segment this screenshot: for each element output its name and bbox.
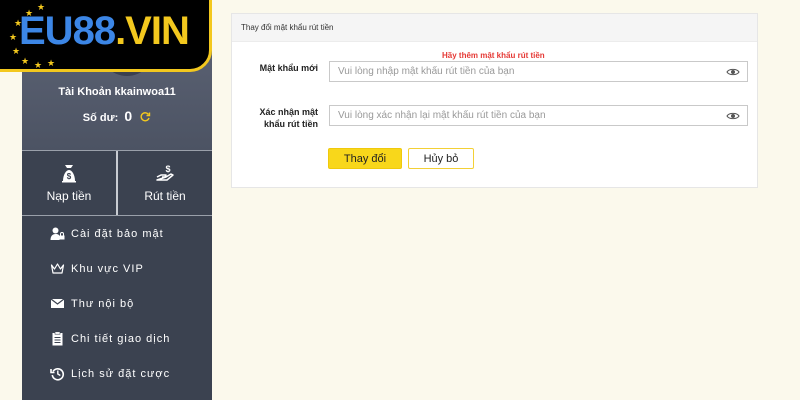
menu-item-transactions[interactable]: Chi tiết giao dịch (22, 321, 212, 356)
confirm-password-input[interactable] (330, 107, 726, 124)
menu-item-security[interactable]: Cài đặt bảo mật (22, 216, 212, 251)
balance-value: 0 (124, 108, 133, 124)
balance-label: Số dư: (82, 112, 119, 124)
envelope-icon (50, 298, 65, 308)
star-icon: ★ (34, 60, 43, 70)
sidebar-menu: Cài đặt bảo mật Khu vực VIP Thư nội bộ C… (22, 216, 212, 391)
deposit-label: Nạp tiền (46, 189, 92, 203)
star-icon: ★ (21, 56, 30, 66)
menu-item-vip[interactable]: Khu vực VIP (22, 251, 212, 286)
user-lock-icon (50, 227, 65, 240)
withdraw-label: Rút tiền (144, 189, 186, 203)
menu-item-label: Chi tiết giao dịch (71, 332, 171, 345)
new-password-label: Mật khẩu mới (259, 63, 318, 73)
svg-text:$: $ (165, 164, 170, 174)
wallet-actions: $ Nạp tiền $ Rút tiền (22, 150, 212, 216)
new-password-input[interactable] (330, 63, 726, 80)
refresh-icon[interactable] (139, 111, 151, 126)
panel-title: Thay đổi mật khẩu rút tiền (232, 14, 757, 42)
crown-icon (50, 263, 65, 274)
cancel-button[interactable]: Hủy bỏ (408, 148, 474, 169)
new-password-field (329, 61, 748, 82)
balance: Số dư: 0 (22, 108, 212, 126)
menu-item-label: Thư nội bộ (71, 297, 135, 310)
star-icon: ★ (47, 58, 56, 68)
change-withdraw-password-panel: Thay đổi mật khẩu rút tiền Hãy thêm mật … (231, 13, 758, 188)
eye-icon[interactable] (726, 67, 740, 77)
hint-message: Hãy thêm mật khẩu rút tiền (442, 51, 545, 60)
menu-item-label: Khu vực VIP (71, 262, 144, 275)
svg-text:$: $ (67, 172, 72, 181)
confirm-password-label: Xác nhận mật khẩu rút tiền (259, 107, 318, 129)
submit-button[interactable]: Thay đổi (328, 148, 402, 169)
history-icon (50, 367, 64, 381)
hand-money-icon: $ (156, 164, 174, 181)
money-bag-icon: $ (62, 165, 76, 183)
eye-icon[interactable] (726, 111, 740, 121)
withdraw-button[interactable]: $ Rút tiền (116, 151, 212, 215)
brand-logo[interactable]: ★ ★ ★ ★ ★ ★ ★ ★ EU88.VIN (0, 0, 212, 72)
logo-wordmark: EU88.VIN (19, 9, 190, 53)
confirm-password-field (329, 105, 748, 126)
star-icon: ★ (9, 32, 18, 42)
menu-item-inbox[interactable]: Thư nội bộ (22, 286, 212, 321)
deposit-button[interactable]: $ Nạp tiền (22, 151, 116, 215)
clipboard-icon (52, 331, 63, 346)
menu-item-label: Lịch sử đặt cược (71, 367, 171, 380)
account-name: Tài Khoản kkainwoa11 (58, 86, 176, 98)
menu-item-label: Cài đặt bảo mật (71, 227, 164, 240)
menu-item-bet-history[interactable]: Lịch sử đặt cược (22, 356, 212, 391)
